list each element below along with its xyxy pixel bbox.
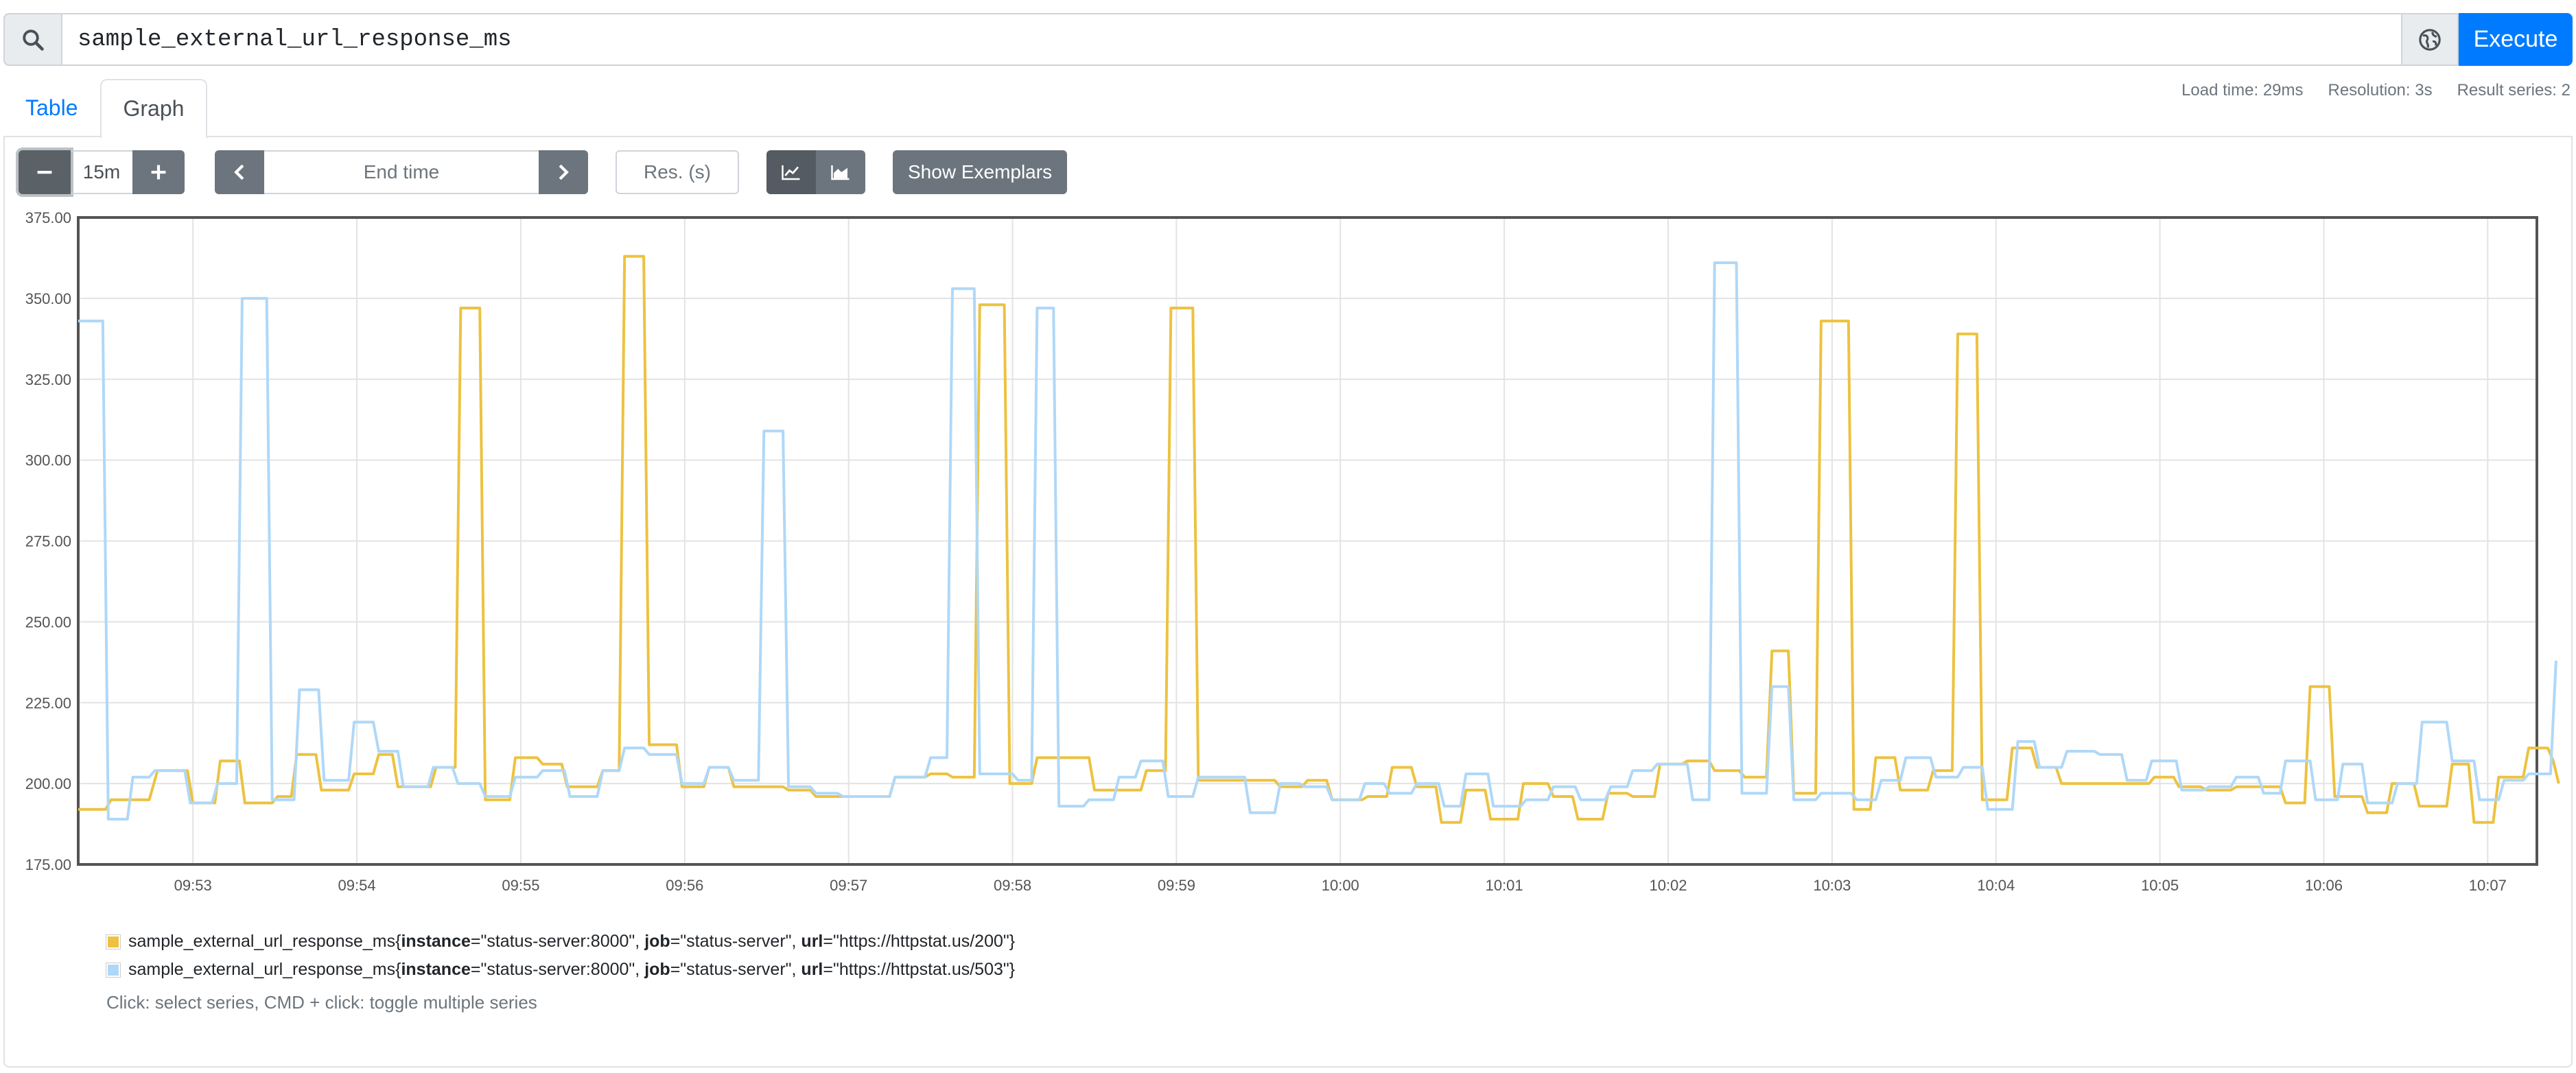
search-icon <box>3 13 61 66</box>
x-tick-label: 10:06 <box>2305 877 2343 894</box>
x-tick-label: 09:54 <box>338 877 376 894</box>
resolution: Resolution: 3s <box>2328 81 2433 99</box>
x-tick-label: 10:01 <box>1486 877 1523 894</box>
tab-graph[interactable]: Graph <box>99 79 208 139</box>
series-line-200 <box>78 255 2560 824</box>
y-tick-label: 350.00 <box>25 290 71 307</box>
chevron-left-icon <box>234 164 244 180</box>
panel-tabs: Table Graph <box>3 79 208 139</box>
tab-table[interactable]: Table <box>3 79 100 137</box>
y-tick-label: 325.00 <box>25 371 71 388</box>
x-tick-label: 10:05 <box>2141 877 2179 894</box>
graph-panel: 15m End time Res. (s) Show Exemplars 375… <box>3 136 2573 1068</box>
metrics-explorer-button[interactable] <box>2402 13 2459 66</box>
legend-label-200: sample_external_url_response_ms{instance… <box>128 932 1016 951</box>
increase-range-button[interactable] <box>132 150 185 194</box>
result-series: Result series: 2 <box>2457 81 2571 99</box>
area-chart-icon <box>831 165 850 180</box>
y-tick-label: 200.00 <box>25 775 71 792</box>
range-input[interactable]: 15m <box>71 150 132 194</box>
y-tick-label: 175.00 <box>25 856 71 873</box>
line-chart-icon <box>782 165 800 180</box>
x-tick-label: 10:07 <box>2469 877 2507 894</box>
y-tick-label: 375.00 <box>25 209 71 226</box>
x-tick-label: 09:56 <box>666 877 703 894</box>
minus-icon <box>37 171 52 174</box>
x-tick-label: 10:04 <box>1977 877 2015 894</box>
chart-svg: 375.00 350.00 325.00 300.00 275.00 250.00 225.… <box>25 209 2560 894</box>
x-tick-label: 09:55 <box>502 877 539 894</box>
show-exemplars-button[interactable]: Show Exemplars <box>893 150 1068 194</box>
end-time-group: End time <box>215 150 588 194</box>
legend-item-200[interactable]: sample_external_url_response_ms{instance… <box>106 928 1015 956</box>
legend-swatch-503 <box>106 962 121 978</box>
x-tick-label: 10:03 <box>1813 877 1851 894</box>
graph-chart[interactable]: 375.00 350.00 325.00 300.00 275.00 250.00 225.… <box>5 206 2571 899</box>
load-time: Load time: 29ms <box>2181 81 2304 99</box>
end-time-input[interactable]: End time <box>264 150 539 194</box>
x-tick-label: 09:58 <box>994 877 1031 894</box>
line-chart-button[interactable] <box>766 150 816 194</box>
graph-controls: 15m End time Res. (s) Show Exemplars <box>19 150 1068 195</box>
legend-item-503[interactable]: sample_external_url_response_ms{instance… <box>106 956 1015 984</box>
y-tick-label: 225.00 <box>25 694 71 711</box>
query-bar: sample_external_url_response_ms Execute <box>3 13 2573 66</box>
legend-label-503: sample_external_url_response_ms{instance… <box>128 960 1016 979</box>
y-tick-label: 275.00 <box>25 533 71 550</box>
globe-icon <box>2419 28 2441 51</box>
x-tick-label: 10:02 <box>1649 877 1687 894</box>
query-stats: Load time: 29ms Resolution: 3s Result se… <box>2181 81 2571 100</box>
y-tick-label: 250.00 <box>25 613 71 630</box>
graph-legend: sample_external_url_response_ms{instance… <box>106 928 1015 984</box>
chart-type-toggle <box>766 150 865 194</box>
x-tick-label: 09:57 <box>830 877 867 894</box>
execute-button[interactable]: Execute <box>2459 13 2573 66</box>
chevron-right-icon <box>559 164 569 180</box>
plus-icon <box>151 165 166 180</box>
next-time-button[interactable] <box>539 150 588 194</box>
y-tick-label: 300.00 <box>25 452 71 469</box>
stacked-chart-button[interactable] <box>816 150 865 194</box>
legend-swatch-200 <box>106 934 121 950</box>
legend-hint: Click: select series, CMD + click: toggl… <box>106 992 537 1013</box>
decrease-range-button[interactable] <box>19 150 71 194</box>
expression-input[interactable]: sample_external_url_response_ms <box>61 13 2402 66</box>
x-tick-label: 09:53 <box>174 877 212 894</box>
x-tick-label: 10:00 <box>1322 877 1359 894</box>
x-tick-label: 09:59 <box>1158 877 1195 894</box>
resolution-input[interactable]: Res. (s) <box>616 150 739 194</box>
previous-time-button[interactable] <box>215 150 264 194</box>
